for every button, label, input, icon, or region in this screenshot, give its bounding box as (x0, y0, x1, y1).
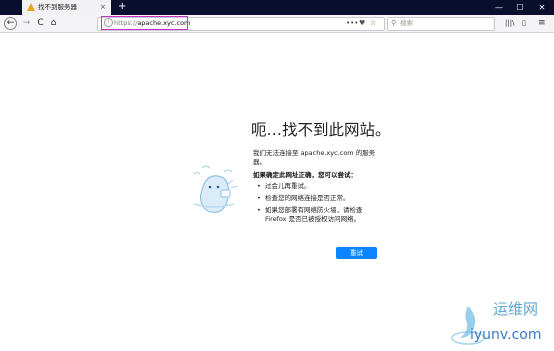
menu-icon[interactable]: ≡ (538, 17, 546, 29)
library-icon[interactable]: |||\ (505, 17, 514, 29)
suggestions-heading: 如果确定此网址正确，您可以尝试： (253, 171, 357, 179)
close-window-button[interactable]: ✕ (534, 1, 550, 14)
reload-button[interactable]: C (34, 16, 47, 30)
url-highlight-box (101, 16, 188, 30)
cloud-line (223, 169, 233, 173)
home-button[interactable]: ⌂ (47, 16, 60, 30)
pocket-icon[interactable]: ♥ (359, 17, 365, 29)
cloud-line (193, 172, 201, 175)
tab-close-icon[interactable]: × (100, 2, 106, 12)
creature-sign (220, 189, 231, 198)
suggestions-list: 过会儿再重试。 检查您的网络连接是否正常。 如果您部署有网络防火墙，请检查 Fi… (253, 182, 383, 227)
error-title: 呃…找不到此网站。 (251, 121, 391, 139)
suggestion-item: 过会儿再重试。 (253, 182, 383, 191)
tab-title: 找不到服务器 (38, 3, 77, 11)
back-button[interactable]: ← (4, 17, 17, 30)
warning-icon (27, 3, 35, 11)
minimize-button[interactable]: — (491, 1, 507, 14)
creature-eye (208, 185, 212, 189)
creature-eye (216, 185, 220, 189)
retry-button[interactable]: 重试 (336, 247, 377, 259)
suggestion-item: 检查您的网络连接是否正常。 (253, 194, 383, 203)
search-placeholder: 搜索 (400, 19, 413, 27)
creature-spark (227, 179, 238, 189)
suggestion-item: 如果您部署有网络防火墙，请检查 Firefox 是否已被授权访问网络。 (253, 206, 383, 224)
page-actions-icon[interactable]: ••• (346, 17, 358, 29)
watermark-url: iyunv.com (470, 327, 542, 343)
maximize-button[interactable]: ☐ (512, 1, 528, 14)
error-description: 我们无法连接至 apache.xyc.com 的服务器。 (253, 149, 376, 166)
new-tab-button[interactable]: + (118, 1, 126, 13)
search-icon: ⚲ (391, 19, 397, 27)
bookmark-star-icon[interactable]: ☆ (370, 17, 376, 29)
error-illustration (193, 165, 238, 213)
forward-button[interactable]: → (20, 16, 33, 30)
sidebar-icon[interactable]: ▯ (522, 17, 526, 29)
watermark-name: 运维网 (493, 300, 539, 318)
cloud-line (201, 165, 211, 169)
